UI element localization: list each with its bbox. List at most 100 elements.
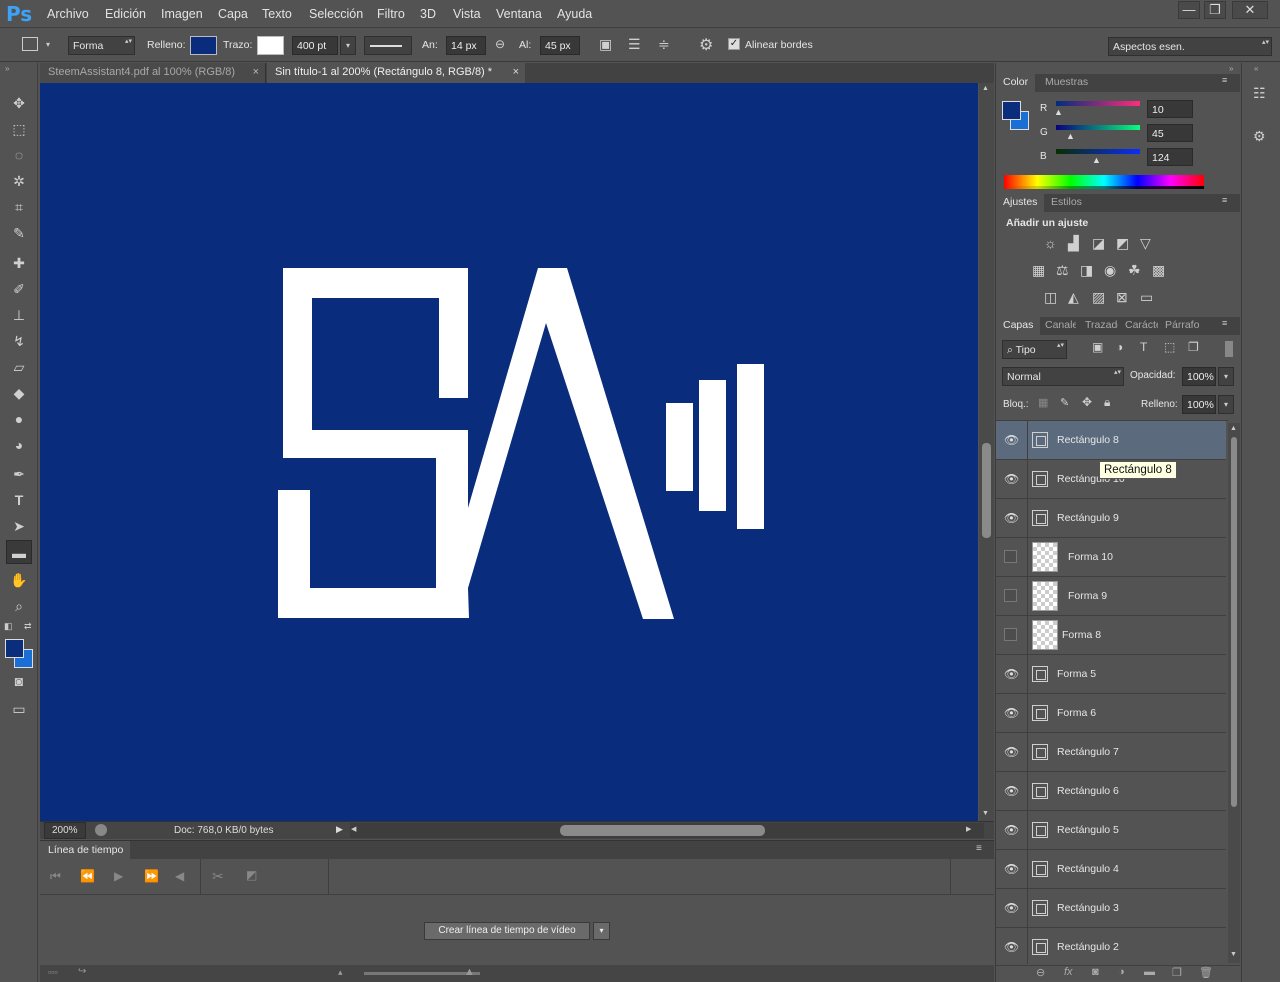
zoom-level-field[interactable]: 200% [44, 822, 86, 839]
stroke-size-caret-icon[interactable]: ▾ [340, 36, 356, 55]
swap-colors-icon[interactable]: ⇄ [24, 621, 32, 632]
eye-icon[interactable]: 👁︎ [1004, 901, 1019, 915]
link-dimensions-icon[interactable]: ⊖ [495, 37, 505, 51]
path-selection-tool-icon[interactable]: ➤ [6, 514, 32, 538]
expand-panels-icon[interactable]: « [1254, 64, 1258, 73]
scroll-left-icon[interactable]: ◀ [351, 825, 356, 833]
black-white-icon[interactable]: ◨ [1080, 262, 1093, 279]
height-field[interactable]: 45 px [540, 36, 580, 55]
layer-row[interactable]: 👁︎ Rectángulo 7 [996, 733, 1226, 772]
tab-muestras[interactable]: Muestras [1038, 74, 1095, 92]
document-canvas[interactable] [40, 83, 978, 821]
next-frame-icon[interactable]: ⏩ [144, 869, 159, 883]
timeline-tab[interactable]: Línea de tiempo [40, 841, 130, 859]
layers-scrollbar[interactable]: ▲ ▼ [1228, 423, 1240, 963]
menu-texto[interactable]: Texto [262, 7, 292, 21]
menu-imagen[interactable]: Imagen [161, 7, 203, 21]
menu-capa[interactable]: Capa [218, 7, 248, 21]
rectangle-tool-preset-icon[interactable] [22, 37, 38, 51]
curves-icon[interactable]: ◪ [1092, 235, 1105, 252]
fill-color-swatch[interactable] [190, 36, 217, 55]
history-panel-icon[interactable]: ☷ [1253, 85, 1266, 102]
panel-menu-icon[interactable]: ≡ [1222, 75, 1227, 85]
new-layer-icon[interactable]: ❐ [1172, 966, 1182, 979]
tab-estilos[interactable]: Estilos [1044, 194, 1089, 212]
selective-color-icon[interactable]: ⊠ [1116, 289, 1128, 306]
menu-seleccion[interactable]: Selección [309, 7, 363, 21]
path-operations-icon[interactable]: ▣ [599, 36, 612, 53]
filter-shape-icon[interactable]: ⬚ [1164, 340, 1175, 354]
eye-icon[interactable]: 👁︎ [1004, 784, 1019, 798]
gear-icon[interactable]: ⚙ [699, 35, 713, 55]
lock-all-icon[interactable]: 🔒︎ [1104, 395, 1110, 410]
eye-icon[interactable]: 👁︎ [1004, 823, 1019, 837]
scroll-right-icon[interactable]: ▶ [966, 825, 971, 833]
tab-ajustes[interactable]: Ajustes [996, 194, 1045, 212]
stamp-tool-icon[interactable]: ⊥ [6, 303, 32, 327]
menu-ventana[interactable]: Ventana [496, 7, 542, 21]
layer-row[interactable]: 👁︎ Rectángulo 6 [996, 772, 1226, 811]
screen-mode-icon[interactable]: ▭ [6, 697, 32, 721]
red-slider-thumb[interactable]: ▲ [1054, 107, 1063, 117]
tab-capas[interactable]: Capas [996, 317, 1041, 335]
workspace-dropdown[interactable]: Aspectos esen. [1108, 37, 1272, 56]
audio-icon[interactable]: ◀ [175, 869, 184, 883]
visibility-toggle[interactable] [1004, 628, 1017, 641]
color-fg-swatch[interactable] [1002, 101, 1021, 120]
eye-icon[interactable]: 👁︎ [1004, 472, 1019, 486]
brightness-icon[interactable]: ☼ [1044, 235, 1057, 251]
scroll-up-icon[interactable]: ▲ [982, 85, 989, 92]
panel-menu-icon[interactable]: ≡ [1222, 318, 1227, 328]
vertical-scroll-thumb[interactable] [982, 443, 991, 538]
zoom-tool-icon[interactable]: ⌕ [6, 594, 32, 618]
status-menu-icon[interactable] [95, 824, 107, 836]
move-tool-icon[interactable]: ✥ [6, 91, 32, 115]
foreground-color-swatch[interactable] [5, 639, 24, 658]
threshold-icon[interactable]: ▨ [1092, 289, 1105, 306]
layer-row[interactable]: 👁︎ Rectángulo 2 [996, 928, 1226, 964]
layer-row[interactable]: 👁︎ Forma 6 [996, 694, 1226, 733]
opacity-caret-icon[interactable]: ▾ [1218, 367, 1234, 386]
horizontal-scroll-thumb[interactable] [560, 825, 765, 836]
history-brush-tool-icon[interactable]: ↯ [6, 329, 32, 353]
zoom-out-icon[interactable]: ▴ [338, 967, 343, 978]
eye-icon[interactable]: 👁︎ [1004, 745, 1019, 759]
default-colors-icon[interactable]: ◧ [4, 621, 13, 632]
play-icon[interactable]: ▶ [114, 869, 123, 883]
eye-icon[interactable]: 👁︎ [1004, 706, 1019, 720]
zoom-in-icon[interactable]: ▲ [464, 966, 475, 978]
healing-brush-tool-icon[interactable]: ✚ [6, 251, 32, 275]
render-icon[interactable]: ↪ [78, 966, 86, 977]
tab-color[interactable]: Color [996, 74, 1036, 92]
blue-slider-thumb[interactable]: ▲ [1092, 155, 1101, 165]
menu-archivo[interactable]: Archivo [47, 7, 89, 21]
panel-menu-icon[interactable]: ≡ [1222, 195, 1227, 205]
eye-icon[interactable]: 👁︎ [1004, 862, 1019, 876]
tab-caracter[interactable]: Carácter [1118, 317, 1158, 335]
transition-icon[interactable]: ◩ [246, 868, 257, 882]
fill-opacity-field[interactable]: 100% [1182, 395, 1216, 414]
scroll-up-icon[interactable]: ▲ [1230, 425, 1237, 432]
layer-row[interactable]: 👁︎ Rectángulo 3 [996, 889, 1226, 928]
lock-pixels-icon[interactable]: ✎ [1060, 396, 1069, 409]
layer-style-icon[interactable]: fx [1064, 966, 1073, 978]
previous-frame-icon[interactable]: ⏪ [80, 869, 95, 883]
brush-tool-icon[interactable]: ✐ [6, 277, 32, 301]
blur-tool-icon[interactable]: ● [6, 407, 32, 431]
gradient-map-icon[interactable]: ▭ [1140, 289, 1153, 306]
frames-icon[interactable]: ▫▫▫ [48, 967, 58, 977]
rectangle-tool-icon[interactable]: ▬ [6, 540, 32, 564]
menu-edicion[interactable]: Edición [105, 7, 146, 21]
posterize-icon[interactable]: ◭ [1068, 289, 1079, 306]
hand-tool-icon[interactable]: ✋ [6, 568, 32, 592]
timeline-options-caret-icon[interactable]: ▾ [593, 922, 610, 940]
magic-wand-tool-icon[interactable]: ✲ [6, 169, 32, 193]
pen-tool-icon[interactable]: ✒ [6, 462, 32, 486]
canvas-vertical-scrollbar[interactable]: ▲ ▼ [979, 83, 994, 821]
filter-adjustment-icon[interactable]: ◑ [1116, 340, 1123, 354]
filter-image-icon[interactable]: ▣ [1092, 340, 1103, 354]
layers-scroll-thumb[interactable] [1231, 437, 1237, 807]
path-arrangement-icon[interactable]: ≑ [658, 36, 670, 53]
menu-filtro[interactable]: Filtro [377, 7, 405, 21]
tab-canales[interactable]: Canales [1038, 317, 1076, 335]
